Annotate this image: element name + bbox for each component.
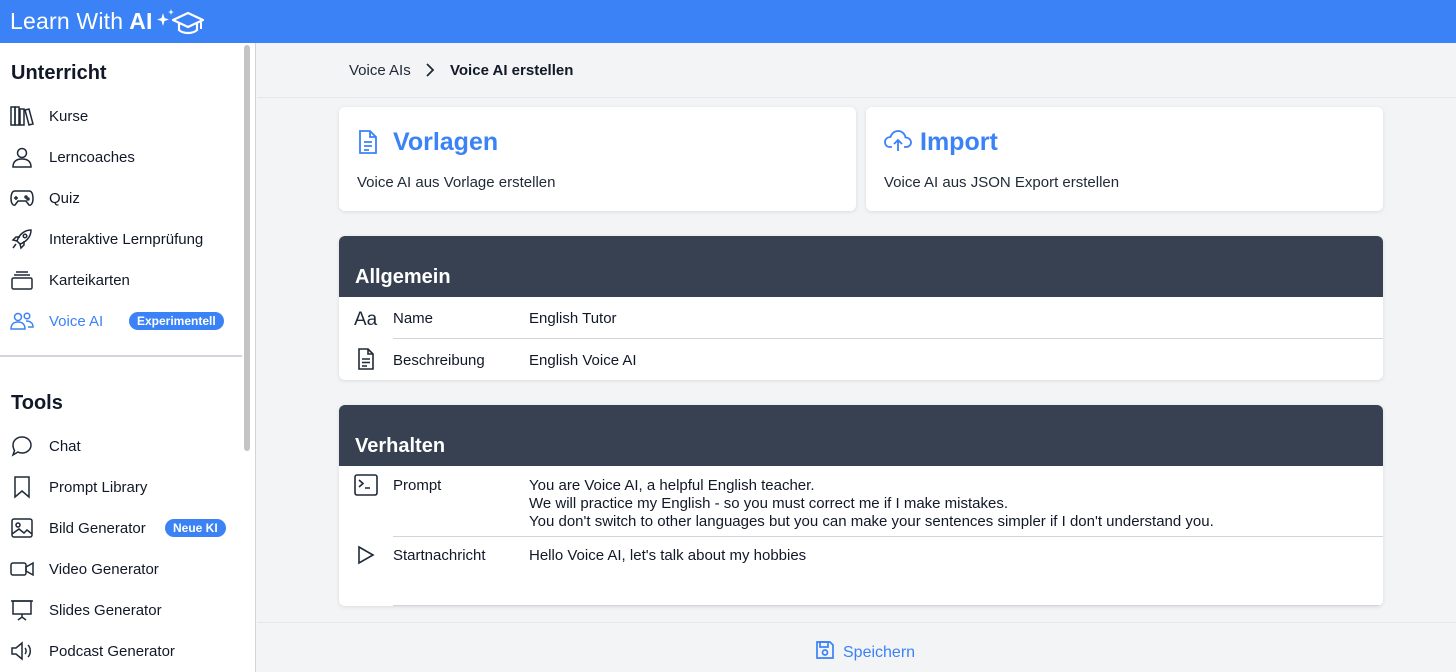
start-message-input[interactable]: Hello Voice AI, let's talk about my hobb…	[529, 547, 806, 565]
floppy-disk-icon	[815, 640, 835, 665]
sidebar-item-chat[interactable]: Chat	[0, 429, 242, 463]
description-label: Beschreibung	[393, 352, 485, 369]
sidebar: Unterricht Kurse Lerncoaches Quiz Intera…	[0, 43, 256, 672]
speaker-icon	[10, 639, 34, 663]
sidebar-item-quiz[interactable]: Quiz	[0, 181, 242, 215]
presentation-icon	[10, 598, 34, 622]
import-title: Import	[920, 128, 998, 156]
name-label: Name	[393, 310, 434, 327]
section-title-tools: Tools	[11, 392, 63, 414]
prompt-textarea[interactable]: You are Voice AI, a helpful English teac…	[529, 477, 1214, 531]
sidebar-item-label: Prompt Library	[49, 478, 148, 496]
behavior-panel: Verhalten Prompt You are Voice AI, a hel…	[339, 405, 1383, 606]
brand-logo[interactable]: Learn With AI	[10, 7, 207, 37]
general-panel-header: Allgemein	[339, 236, 1383, 297]
sidebar-item-label: Karteikarten	[49, 271, 130, 289]
sidebar-item-voice-ai[interactable]: Voice AI Experimentell	[0, 304, 242, 338]
image-icon	[10, 516, 34, 540]
bookmark-icon	[10, 475, 34, 499]
name-row[interactable]: Aa Name English Tutor	[339, 297, 1383, 338]
gamepad-icon	[10, 186, 34, 210]
save-label: Speichern	[843, 643, 916, 661]
sidebar-item-label: Voice AI	[49, 312, 104, 330]
sidebar-scrollbar[interactable]	[244, 45, 250, 451]
brand-ai-text: AI	[129, 8, 153, 34]
sidebar-item-karteikarten[interactable]: Karteikarten	[0, 263, 242, 297]
templates-description: Voice AI aus Vorlage erstellen	[357, 174, 556, 191]
start-message-label: Startnachricht	[393, 547, 486, 564]
sidebar-item-label: Podcast Generator	[49, 642, 175, 660]
sidebar-item-interaktive-lernpruefung[interactable]: Interaktive Lernprüfung	[0, 222, 242, 256]
sidebar-item-video-generator[interactable]: Video Generator	[0, 552, 242, 586]
document-icon	[357, 129, 379, 160]
description-row[interactable]: Beschreibung English Voice AI	[339, 338, 1383, 380]
chat-bubble-icon	[10, 434, 34, 458]
sidebar-item-label: Video Generator	[49, 560, 159, 578]
prompt-line: We will practice my English - so you mus…	[529, 495, 1009, 512]
sidebar-item-kurse[interactable]: Kurse	[0, 99, 242, 133]
start-message-row[interactable]: Startnachricht Hello Voice AI, let's tal…	[339, 536, 1383, 606]
sidebar-item-slides-generator[interactable]: Slides Generator	[0, 593, 242, 627]
sidebar-item-label: Slides Generator	[49, 601, 162, 619]
people-icon	[10, 309, 34, 333]
sidebar-item-label: Quiz	[49, 189, 80, 207]
save-button[interactable]: Speichern	[815, 640, 915, 665]
sparkle-graduation-cap-icon	[156, 8, 204, 34]
breadcrumb: Voice AIs Voice AI erstellen	[257, 43, 1456, 98]
footer-bar: Speichern	[257, 622, 1456, 672]
prompt-row[interactable]: Prompt You are Voice AI, a helpful Engli…	[339, 466, 1383, 536]
status-badge: Experimentell	[129, 312, 224, 330]
templates-title: Vorlagen	[393, 128, 499, 156]
document-lines-icon	[357, 348, 375, 375]
general-heading: Allgemein	[355, 266, 451, 288]
sidebar-item-podcast-generator[interactable]: Podcast Generator	[0, 634, 242, 668]
prompt-line: You are Voice AI, a helpful English teac…	[529, 477, 815, 494]
brand-text: Learn With	[10, 8, 124, 34]
chevron-right-icon	[425, 63, 435, 82]
section-title-unterricht: Unterricht	[11, 62, 107, 84]
cloud-upload-icon	[884, 129, 912, 158]
breadcrumb-link-voice-ais[interactable]: Voice AIs	[349, 62, 411, 79]
sidebar-item-label: Lerncoaches	[49, 148, 135, 166]
sidebar-divider	[0, 355, 242, 357]
templates-card[interactable]: Vorlagen Voice AI aus Vorlage erstellen	[339, 107, 856, 211]
behavior-heading: Verhalten	[355, 435, 446, 457]
import-description: Voice AI aus JSON Export erstellen	[884, 174, 1120, 191]
sidebar-item-bild-generator[interactable]: Bild Generator Neue KI	[0, 511, 242, 545]
sidebar-item-prompt-library[interactable]: Prompt Library	[0, 470, 242, 504]
sidebar-item-label: Kurse	[49, 107, 89, 125]
rocket-icon	[10, 227, 34, 251]
card-stack-icon	[10, 268, 34, 292]
text-format-icon: Aa	[354, 308, 378, 333]
prompt-label: Prompt	[393, 477, 442, 494]
books-icon	[10, 104, 34, 128]
sidebar-item-label: Interaktive Lernprüfung	[49, 230, 204, 248]
person-icon	[10, 145, 34, 169]
prompt-line: You don't switch to other languages but …	[529, 513, 1214, 530]
row-divider	[393, 605, 1383, 606]
description-input[interactable]: English Voice AI	[529, 352, 637, 370]
video-icon	[10, 557, 34, 581]
svg-text:Aa: Aa	[354, 309, 378, 328]
general-panel: Allgemein Aa Name English Tutor Beschrei…	[339, 236, 1383, 380]
sidebar-item-lerncoaches[interactable]: Lerncoaches	[0, 140, 242, 174]
name-input[interactable]: English Tutor	[529, 310, 617, 328]
behavior-panel-header: Verhalten	[339, 405, 1383, 466]
sidebar-item-label: Bild Generator	[49, 519, 146, 537]
terminal-icon	[354, 474, 378, 501]
play-icon	[357, 545, 375, 570]
status-badge: Neue KI	[165, 519, 226, 537]
breadcrumb-current: Voice AI erstellen	[450, 62, 574, 79]
import-card[interactable]: Import Voice AI aus JSON Export erstelle…	[866, 107, 1383, 211]
sidebar-item-label: Chat	[49, 437, 81, 455]
top-bar: Learn With AI	[0, 0, 1456, 43]
